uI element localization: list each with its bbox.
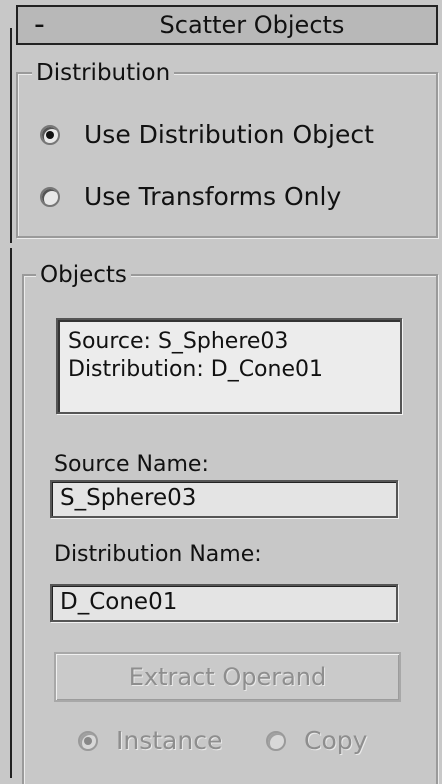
radio-label: Instance [116,726,223,755]
rollout-title: Scatter Objects [159,11,345,39]
distribution-group [16,72,438,238]
source-name-label: Source Name: [54,452,209,477]
radio-use-distribution-object[interactable]: Use Distribution Object [40,120,374,149]
rollout-left-edge-lower [10,248,12,778]
list-item[interactable]: Distribution: D_Cone01 [68,356,390,384]
distribution-name-label: Distribution Name: [54,542,262,567]
radio-copy[interactable]: Copy [266,726,367,755]
radio-label: Use Distribution Object [84,120,374,149]
radio-label: Copy [304,726,368,755]
list-item[interactable]: Source: S_Sphere03 [68,328,390,356]
radio-unselected-icon[interactable] [40,186,60,207]
collapse-toggle-icon[interactable]: - [34,8,45,42]
radio-instance[interactable]: Instance [78,726,222,755]
radio-use-transforms-only[interactable]: Use Transforms Only [40,182,341,211]
rollout-left-edge [10,28,12,243]
distribution-group-label: Distribution [32,60,175,86]
objects-group-label: Objects [36,262,131,288]
radio-label: Use Transforms Only [84,182,342,211]
radio-unselected-icon[interactable] [266,730,286,751]
distribution-name-field[interactable]: D_Cone01 [50,584,398,622]
objects-listbox[interactable]: Source: S_Sphere03 Distribution: D_Cone0… [56,318,402,414]
radio-selected-icon[interactable] [40,124,60,145]
radio-selected-icon[interactable] [78,730,98,751]
source-name-field[interactable]: S_Sphere03 [50,480,398,518]
extract-operand-button[interactable]: Extract Operand [54,652,401,702]
rollout-header-scatter-objects[interactable]: - Scatter Objects [16,5,438,45]
